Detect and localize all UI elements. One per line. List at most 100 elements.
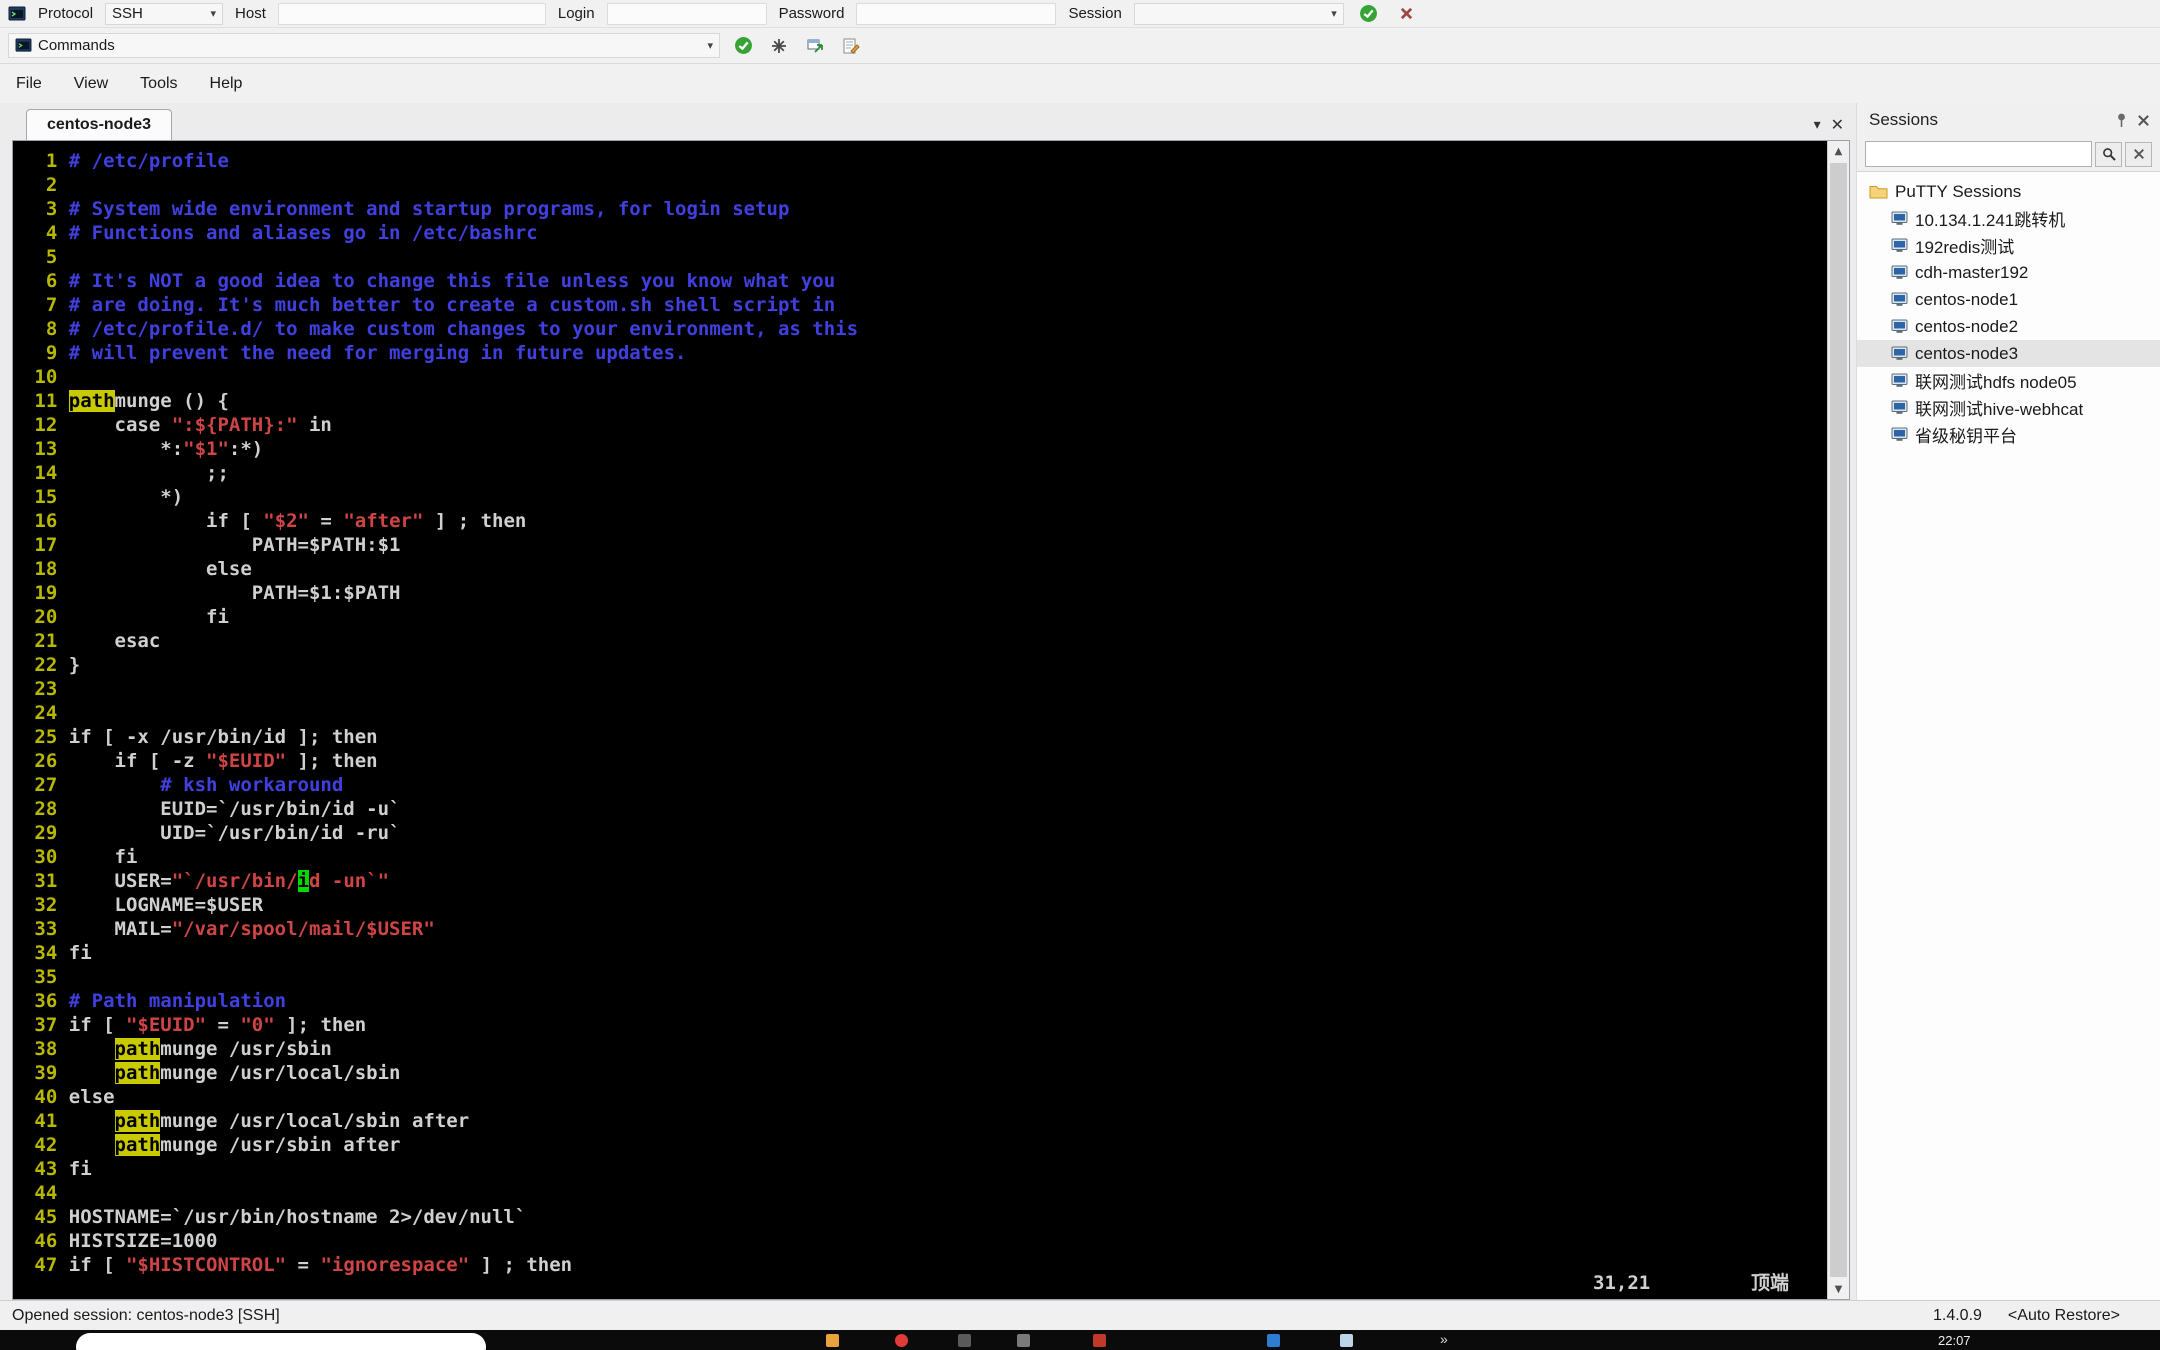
tab-bar: centos-node3 ▾ ✕: [0, 103, 1856, 140]
x-icon: [2133, 149, 2144, 159]
taskbar-app-icon[interactable]: [1340, 1334, 1353, 1347]
line-number: 38: [34, 1038, 58, 1060]
line-number: 12: [34, 414, 58, 436]
filter-search-button[interactable]: [2095, 141, 2122, 167]
window-arrow-icon: [807, 39, 823, 53]
terminal-line: 46 HISTSIZE=1000: [23, 1229, 1827, 1253]
host-label: Host: [235, 5, 266, 22]
terminal-line: 4 # Functions and aliases go in /etc/bash…: [23, 221, 1827, 245]
terminal-line: 19 PATH=$1:$PATH: [23, 581, 1827, 605]
line-number: 43: [34, 1158, 58, 1180]
terminal-line: 22}: [23, 653, 1827, 677]
chevron-down-icon: ▾: [210, 7, 217, 20]
line-number: 32: [34, 894, 58, 916]
cancel-button[interactable]: [1394, 1, 1420, 27]
taskbar-search-box[interactable]: [76, 1333, 486, 1350]
terminal-line: 33 MAIL="/var/spool/mail/$USER": [23, 917, 1827, 941]
session-item[interactable]: centos-node2: [1857, 313, 2160, 340]
line-number: 3: [45, 198, 58, 220]
taskbar-app-icon[interactable]: [826, 1334, 839, 1347]
terminal-line: 40 else: [23, 1085, 1827, 1109]
terminal-line: 5: [23, 245, 1827, 269]
sessions-root-folder[interactable]: PuTTY Sessions: [1857, 178, 2160, 205]
session-item-label: centos-node1: [1915, 289, 2019, 309]
protocol-value: SSH: [112, 5, 143, 22]
pin-icon[interactable]: [2114, 112, 2129, 128]
taskbar-app-icon[interactable]: [895, 1334, 908, 1347]
session-filter-input[interactable]: [1865, 141, 2092, 167]
taskbar-overflow-chevron[interactable]: »: [1440, 1331, 1448, 1347]
session-item[interactable]: centos-node1: [1857, 286, 2160, 313]
session-item-label: centos-node3: [1915, 343, 2019, 363]
session-item[interactable]: 省级秘钥平台: [1857, 421, 2160, 448]
broadcast-button[interactable]: [766, 33, 792, 59]
run-command-button[interactable]: [730, 33, 756, 59]
sessions-panel-header: Sessions: [1857, 103, 2160, 137]
close-panel-icon[interactable]: [2137, 114, 2150, 127]
session-item-label: 省级秘钥平台: [1915, 427, 2017, 446]
terminal-line: 13 *:"$1":*): [23, 437, 1827, 461]
scroll-up-icon[interactable]: ▲: [1828, 141, 1849, 161]
connect-button[interactable]: [1356, 1, 1382, 27]
menubar: File View Tools Help: [0, 64, 2160, 103]
terminal-line: 27 # ksh workaround: [23, 773, 1827, 797]
session-select[interactable]: ▾: [1133, 2, 1344, 25]
line-number: 28: [34, 798, 58, 820]
windows-taskbar: » 22:07: [0, 1330, 2160, 1350]
terminal-scrollbar[interactable]: ▲ ▼: [1827, 141, 1849, 1299]
terminal-icon: [1891, 346, 1908, 360]
check-circle-icon: [734, 37, 752, 54]
menu-tools[interactable]: Tools: [124, 64, 193, 103]
terminal-line: 15 *): [23, 485, 1827, 509]
session-item-label: 192redis测试: [1915, 238, 2015, 257]
tab-list-dropdown[interactable]: ▾: [1814, 117, 1821, 133]
session-item[interactable]: 192redis测试: [1857, 232, 2160, 259]
terminal-line: 42 pathmunge /usr/sbin after: [23, 1133, 1827, 1157]
protocol-select[interactable]: SSH ▾: [105, 2, 224, 25]
terminal-line: 28 EUID=`/usr/bin/id -u`: [23, 797, 1827, 821]
scroll-down-icon[interactable]: ▼: [1828, 1279, 1849, 1299]
line-number: 18: [34, 558, 58, 580]
terminal-icon: [15, 38, 32, 52]
session-item-label: 联网测试hdfs node05: [1915, 373, 2077, 392]
session-item[interactable]: 10.134.1.241跳转机: [1857, 205, 2160, 232]
session-item[interactable]: cdh-master192: [1857, 259, 2160, 286]
terminal-line: 35: [23, 965, 1827, 989]
menu-view[interactable]: View: [58, 64, 124, 103]
line-number: 26: [34, 750, 58, 772]
asterisk-icon: [772, 38, 786, 53]
scrollbar-thumb[interactable]: [1828, 161, 1849, 1279]
terminal[interactable]: 1 # /etc/profile 2 3 # System wide environme…: [13, 141, 1827, 1299]
login-input[interactable]: [606, 2, 767, 25]
taskbar-app-icon[interactable]: [1093, 1334, 1106, 1347]
line-number: 27: [34, 774, 58, 796]
line-number: 45: [34, 1206, 58, 1228]
terminal-line: 16 if [ "$2" = "after" ] ; then: [23, 509, 1827, 533]
session-item[interactable]: centos-node3: [1857, 340, 2160, 367]
connect-toolbar: Protocol SSH ▾ Host Login Password Sessi…: [0, 0, 2160, 28]
edit-script-button[interactable]: [838, 33, 864, 59]
filter-clear-button[interactable]: [2125, 141, 2152, 167]
menu-help[interactable]: Help: [194, 64, 259, 103]
line-number: 29: [34, 822, 58, 844]
terminal-line: 29 UID=`/usr/bin/id -ru`: [23, 821, 1827, 845]
tab-close-button[interactable]: ✕: [1831, 115, 1844, 134]
taskbar-app-icon[interactable]: [1267, 1334, 1280, 1347]
session-item[interactable]: 联网测试hive-webhcat: [1857, 394, 2160, 421]
detach-window-button[interactable]: [802, 33, 828, 59]
terminal-line: 45 HOSTNAME=`/usr/bin/hostname 2>/dev/nul…: [23, 1205, 1827, 1229]
line-number: 35: [34, 966, 58, 988]
line-number: 33: [34, 918, 58, 940]
session-item[interactable]: 联网测试hdfs node05: [1857, 367, 2160, 394]
commands-combo[interactable]: Commands ▾: [8, 33, 720, 58]
terminal-line: 18 else: [23, 557, 1827, 581]
sessions-filter-row: [1857, 137, 2160, 171]
taskbar-clock[interactable]: 22:07: [1938, 1333, 1971, 1348]
menu-file[interactable]: File: [0, 64, 58, 103]
taskbar-app-icon[interactable]: [1017, 1334, 1030, 1347]
host-input[interactable]: [277, 2, 546, 25]
terminal-line: 32 LOGNAME=$USER: [23, 893, 1827, 917]
taskbar-app-icon[interactable]: [958, 1334, 971, 1347]
tab-centos-node3[interactable]: centos-node3: [26, 109, 173, 140]
password-input[interactable]: [856, 2, 1057, 25]
